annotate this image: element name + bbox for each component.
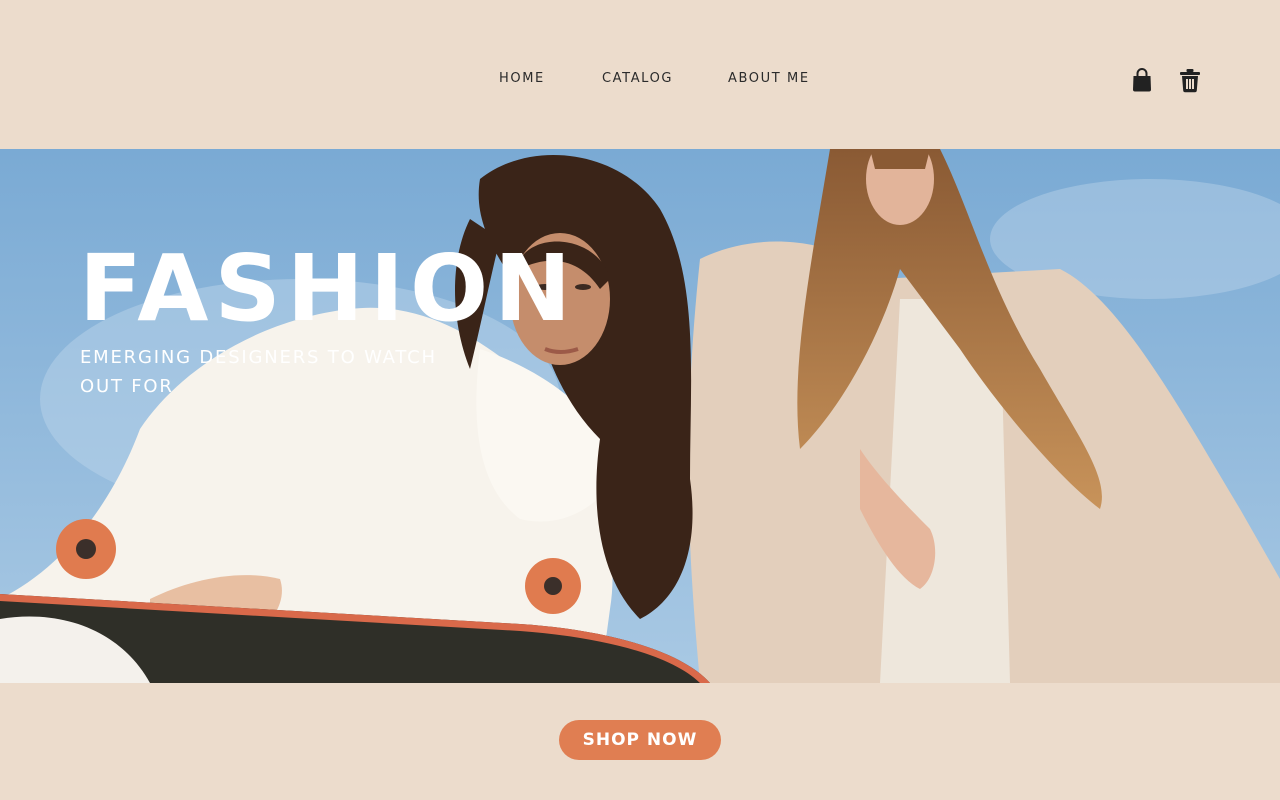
hero-title: FASHION [79, 235, 578, 342]
shopping-bag-icon[interactable] [1130, 67, 1154, 93]
trash-icon[interactable] [1178, 67, 1202, 93]
hero-subtitle: EMERGING DESIGNERS TO WATCH OUT FOR [80, 347, 437, 397]
site-header: HOME CATALOG ABOUT ME [0, 0, 1280, 149]
nav-home-link[interactable]: HOME [499, 71, 545, 86]
nav-about-link[interactable]: ABOUT ME [728, 71, 810, 86]
nav-catalog-link[interactable]: CATALOG [602, 71, 673, 86]
hero-image: FASHION EMERGING DESIGNERS TO WATCH OUT … [0, 149, 1280, 683]
shop-now-button[interactable]: SHOP NOW [559, 720, 721, 760]
main-nav: HOME CATALOG ABOUT ME [0, 71, 1280, 91]
